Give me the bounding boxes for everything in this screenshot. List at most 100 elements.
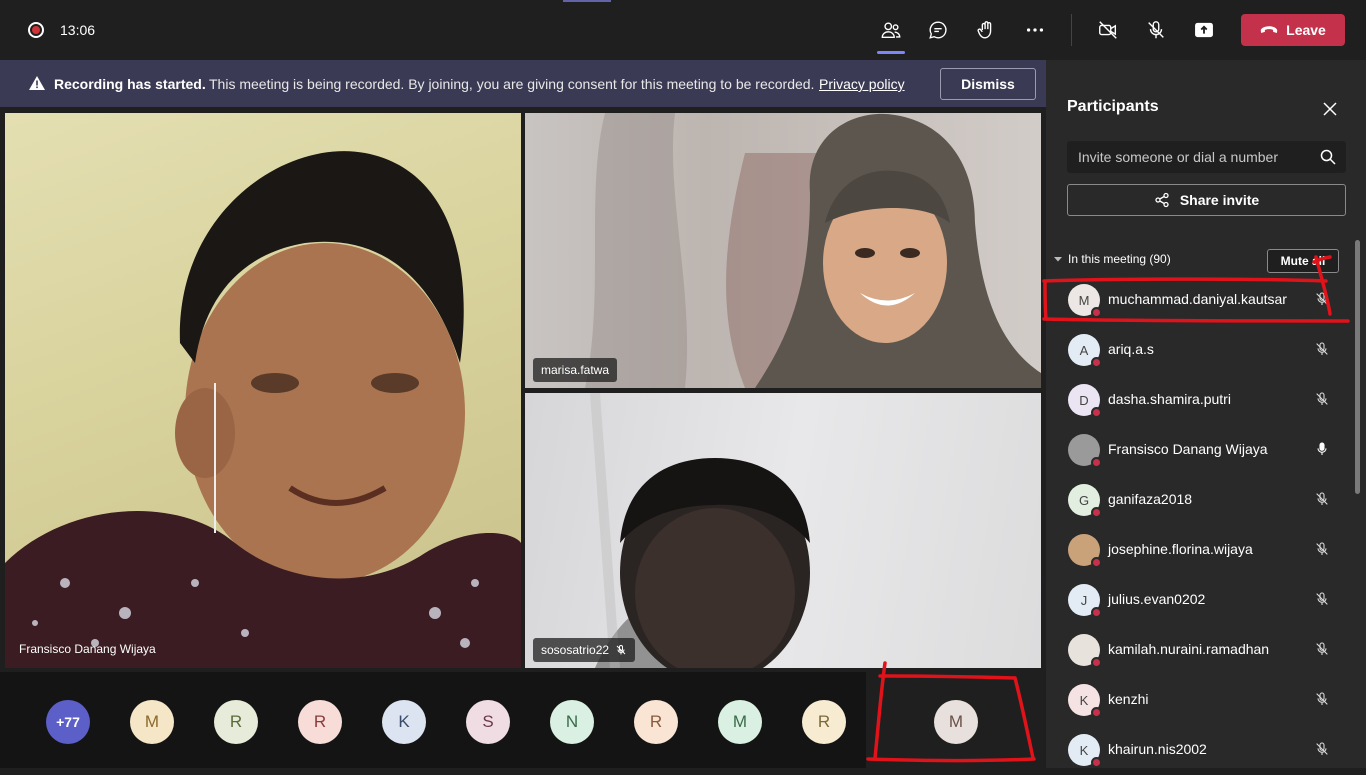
panel-title: Participants xyxy=(1067,98,1159,115)
video-tile-fransisco[interactable]: Fransisco Danang Wijaya xyxy=(5,113,521,668)
warning-icon xyxy=(29,76,45,90)
self-avatar: M xyxy=(934,700,978,744)
participant-avatar: J xyxy=(1068,584,1102,618)
share-screen-icon[interactable] xyxy=(1190,16,1218,44)
share-invite-button[interactable]: Share invite xyxy=(1067,184,1346,216)
chevron-down-icon xyxy=(1054,257,1062,262)
hang-up-icon xyxy=(1260,26,1278,33)
meeting-timer: 13:06 xyxy=(60,22,96,38)
participant-name: josephine.florina.wijaya xyxy=(1108,541,1253,557)
strip-avatar[interactable]: R xyxy=(634,700,678,744)
participant-avatar xyxy=(1068,534,1102,568)
participant-name: ganifaza2018 xyxy=(1108,491,1193,507)
presence-busy-indicator xyxy=(1091,657,1102,668)
participant-avatar: K xyxy=(1068,734,1102,768)
mic-off-icon xyxy=(616,645,626,655)
participant-avatar xyxy=(1068,434,1102,468)
recording-indicator-icon xyxy=(28,22,44,38)
share-icon xyxy=(1155,192,1169,208)
participant-row[interactable]: Ddasha.shamira.putri xyxy=(1046,375,1351,425)
strip-avatar[interactable]: M xyxy=(130,700,174,744)
mic-off-icon xyxy=(1314,541,1330,559)
participants-panel: Participants Share invite In this meetin… xyxy=(1046,60,1366,768)
leave-button[interactable]: Leave xyxy=(1241,14,1345,46)
presence-busy-indicator xyxy=(1091,457,1102,468)
section-label: In this meeting (90) xyxy=(1068,252,1171,266)
participant-name: ariq.a.s xyxy=(1108,341,1154,357)
participant-row[interactable]: kamilah.nuraini.ramadhan xyxy=(1046,625,1351,675)
participant-video xyxy=(590,393,810,668)
mic-off-icon xyxy=(1314,341,1330,359)
presence-busy-indicator xyxy=(1091,707,1102,718)
more-icon[interactable] xyxy=(1021,16,1049,44)
video-label-fransisco: Fransisco Danang Wijaya xyxy=(19,642,156,656)
banner-text: This meeting is being recorded. By joini… xyxy=(209,76,815,92)
participant-row[interactable]: Gganifaza2018 xyxy=(1046,475,1351,525)
privacy-policy-link[interactable]: Privacy policy xyxy=(819,76,905,92)
strip-avatar[interactable]: N xyxy=(550,700,594,744)
presence-busy-indicator xyxy=(1091,407,1102,418)
participant-row[interactable]: Jjulius.evan0202 xyxy=(1046,575,1351,625)
leave-label: Leave xyxy=(1286,22,1326,38)
participant-avatar: G xyxy=(1068,484,1102,518)
participant-avatar xyxy=(1068,634,1102,668)
panel-scrollbar[interactable] xyxy=(1355,240,1360,494)
participant-row[interactable]: Fransisco Danang Wijaya xyxy=(1046,425,1351,475)
more-participants-avatar[interactable]: +77 xyxy=(46,700,90,744)
video-label-sososatrio: sososatrio22 xyxy=(533,638,636,662)
participant-row[interactable]: Aariq.a.s xyxy=(1046,325,1351,375)
mic-off-icon xyxy=(1314,391,1330,409)
strip-avatar[interactable]: R xyxy=(802,700,846,744)
invite-search-box xyxy=(1067,141,1346,173)
strip-avatar[interactable]: R xyxy=(214,700,258,744)
search-icon[interactable] xyxy=(1320,149,1336,165)
participant-avatar: A xyxy=(1068,334,1102,368)
participant-avatar: K xyxy=(1068,684,1102,718)
presence-busy-indicator xyxy=(1091,357,1102,368)
participant-row[interactable]: josephine.florina.wijaya xyxy=(1046,525,1351,575)
dismiss-button[interactable]: Dismiss xyxy=(940,68,1036,100)
participant-name: dasha.shamira.putri xyxy=(1108,391,1231,407)
window-drag-indicator xyxy=(563,0,611,2)
camera-off-icon[interactable] xyxy=(1094,16,1122,44)
mic-off-icon[interactable] xyxy=(1142,16,1170,44)
video-tile-marisa[interactable]: marisa.fatwa xyxy=(525,113,1041,388)
mute-all-button[interactable]: Mute all xyxy=(1267,249,1339,273)
mic-on-icon xyxy=(1314,441,1330,459)
mic-off-icon xyxy=(1314,741,1330,759)
chat-icon[interactable] xyxy=(924,16,952,44)
participant-name: julius.evan0202 xyxy=(1108,591,1206,607)
toolbar-divider xyxy=(1071,14,1072,46)
mic-off-icon xyxy=(1314,641,1330,659)
mic-off-icon xyxy=(1314,591,1330,609)
participant-video xyxy=(5,151,521,668)
banner-title: Recording has started. xyxy=(54,76,206,92)
participant-avatar: D xyxy=(1068,384,1102,418)
presence-busy-indicator xyxy=(1091,607,1102,618)
presence-busy-indicator xyxy=(1091,757,1102,768)
presence-busy-indicator xyxy=(1091,507,1102,518)
mic-off-icon xyxy=(1314,291,1330,309)
presence-busy-indicator xyxy=(1091,307,1102,318)
participant-row[interactable]: Kkenzhi xyxy=(1046,675,1351,725)
close-icon[interactable] xyxy=(1321,100,1339,118)
participant-video xyxy=(585,113,1041,388)
strip-avatar[interactable]: M xyxy=(718,700,762,744)
participant-name: kenzhi xyxy=(1108,691,1149,707)
strip-avatar[interactable]: K xyxy=(382,700,426,744)
mic-off-icon xyxy=(1314,691,1330,709)
participant-row[interactable]: Mmuchammad.daniyal.kautsar xyxy=(1046,275,1351,325)
invite-input[interactable] xyxy=(1067,141,1312,173)
video-tile-sososatrio[interactable]: sososatrio22 xyxy=(525,393,1041,668)
recording-banner: Recording has started. This meeting is b… xyxy=(0,60,1046,107)
participant-name: kamilah.nuraini.ramadhan xyxy=(1108,641,1270,657)
raise-hand-icon[interactable] xyxy=(972,16,1000,44)
strip-avatar[interactable]: S xyxy=(466,700,510,744)
participant-name: muchammad.daniyal.kautsar xyxy=(1108,291,1287,307)
mic-off-icon xyxy=(1314,491,1330,509)
video-label-marisa: marisa.fatwa xyxy=(533,358,618,382)
strip-avatar[interactable]: R xyxy=(298,700,342,744)
in-meeting-section-toggle[interactable]: In this meeting (90) xyxy=(1054,252,1171,266)
participant-avatar: M xyxy=(1068,284,1102,318)
participants-icon[interactable] xyxy=(877,16,905,54)
